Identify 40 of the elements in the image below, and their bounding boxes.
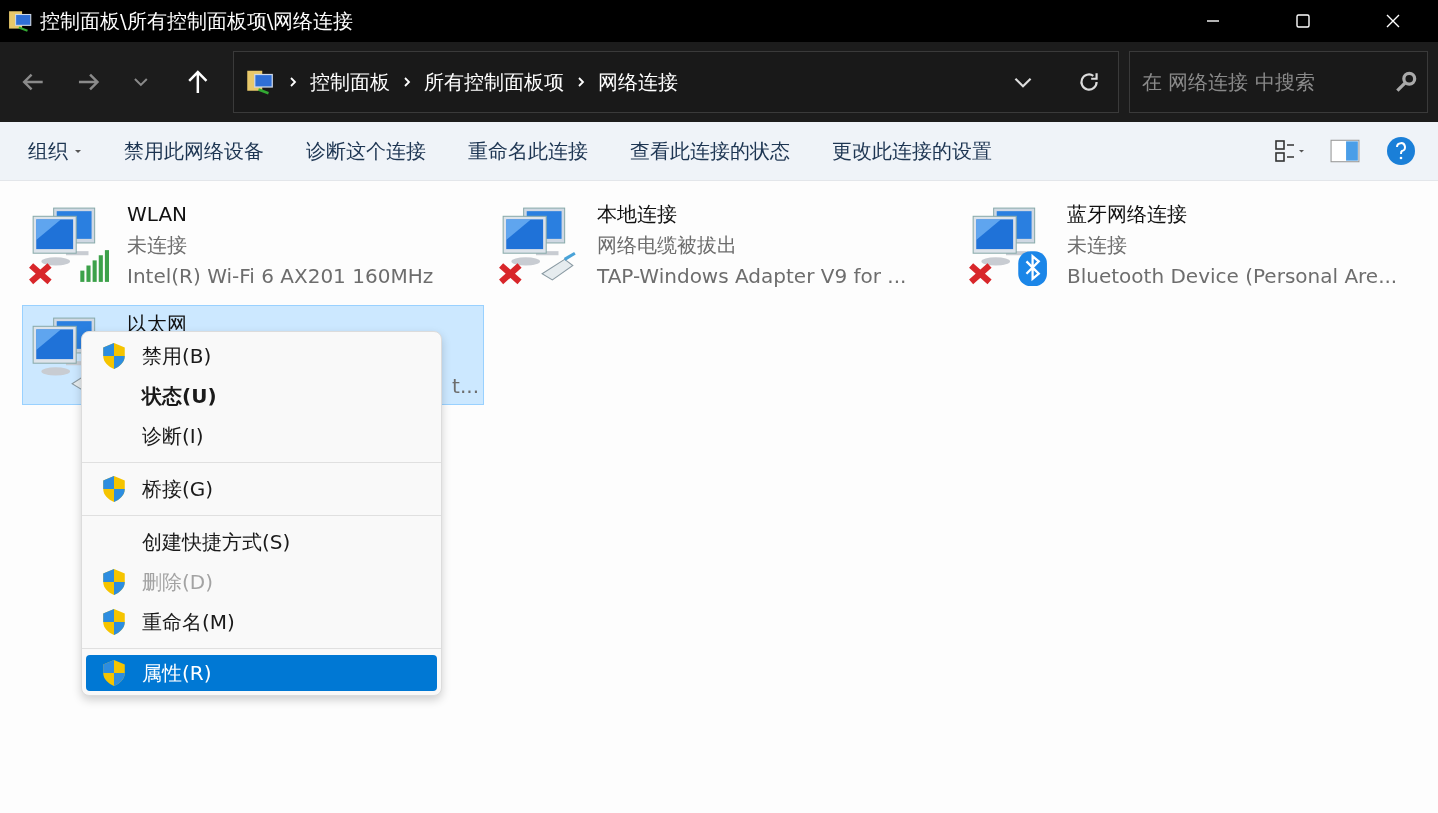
connection-name: WLAN bbox=[127, 200, 189, 228]
menu-item[interactable]: 创建快捷方式(S) bbox=[86, 522, 437, 562]
chevron-right-icon bbox=[401, 75, 412, 89]
adapter-name: Bluetooth Device (Personal Are... bbox=[1067, 262, 1399, 290]
command-button[interactable]: 更改此连接的设置 bbox=[818, 131, 1006, 171]
menu-item[interactable]: 诊断(I) bbox=[86, 416, 437, 456]
breadcrumb[interactable]: 控制面板 bbox=[309, 68, 390, 96]
chevron-right-icon bbox=[287, 75, 298, 89]
chevron-right-icon bbox=[575, 75, 586, 89]
search-input[interactable]: 在 网络连接 中搜索 bbox=[1140, 69, 1393, 95]
adapter-name: t... bbox=[452, 372, 480, 400]
address-bar[interactable]: 控制面板 所有控制面板项 网络连接 bbox=[232, 51, 1119, 113]
adapter-name: Intel(R) Wi-Fi 6 AX201 160MHz bbox=[127, 262, 435, 290]
connection-item[interactable]: 本地连接 网络电缆被拔出 TAP-Windows Adapter V9 for ... bbox=[492, 195, 954, 295]
breadcrumb[interactable]: 所有控制面板项 bbox=[423, 68, 564, 96]
window-title: 控制面板\所有控制面板项\网络连接 bbox=[40, 7, 354, 35]
connection-status: 未连接 bbox=[127, 231, 188, 259]
command-button[interactable]: 组织 bbox=[14, 131, 96, 171]
command-button[interactable]: 重命名此连接 bbox=[454, 131, 602, 171]
command-button[interactable]: 诊断这个连接 bbox=[292, 131, 440, 171]
connection-item[interactable]: 蓝牙网络连接 未连接 Bluetooth Device (Personal Are... bbox=[962, 195, 1424, 295]
network-folder-icon bbox=[8, 8, 34, 34]
connection-item[interactable]: WLAN 未连接 Intel(R) Wi-Fi 6 AX201 160MHz bbox=[22, 195, 484, 295]
menu-item[interactable]: 属性(R) bbox=[86, 655, 437, 691]
menu-item[interactable]: 重命名(M) bbox=[86, 602, 437, 642]
maximize-icon bbox=[1293, 11, 1313, 31]
help-icon[interactable] bbox=[1386, 136, 1416, 166]
search-icon bbox=[1393, 69, 1419, 95]
search-field[interactable]: 在 网络连接 中搜索 bbox=[1129, 51, 1428, 113]
connection-status: 网络电缆被拔出 bbox=[597, 231, 738, 259]
menu-item[interactable]: 桥接(G) bbox=[86, 469, 437, 509]
adapter-name: TAP-Windows Adapter V9 for ... bbox=[597, 262, 908, 290]
breadcrumb[interactable]: 网络连接 bbox=[597, 68, 678, 96]
connection-name: 蓝牙网络连接 bbox=[1067, 200, 1188, 228]
command-button[interactable]: 禁用此网络设备 bbox=[110, 131, 278, 171]
connection-status: 未连接 bbox=[1067, 231, 1128, 259]
command-button[interactable]: 查看此连接的状态 bbox=[616, 131, 804, 171]
menu-item[interactable]: 禁用(B) bbox=[86, 336, 437, 376]
menu-item[interactable]: 状态(U) bbox=[86, 376, 437, 416]
connection-name: 本地连接 bbox=[597, 200, 678, 228]
